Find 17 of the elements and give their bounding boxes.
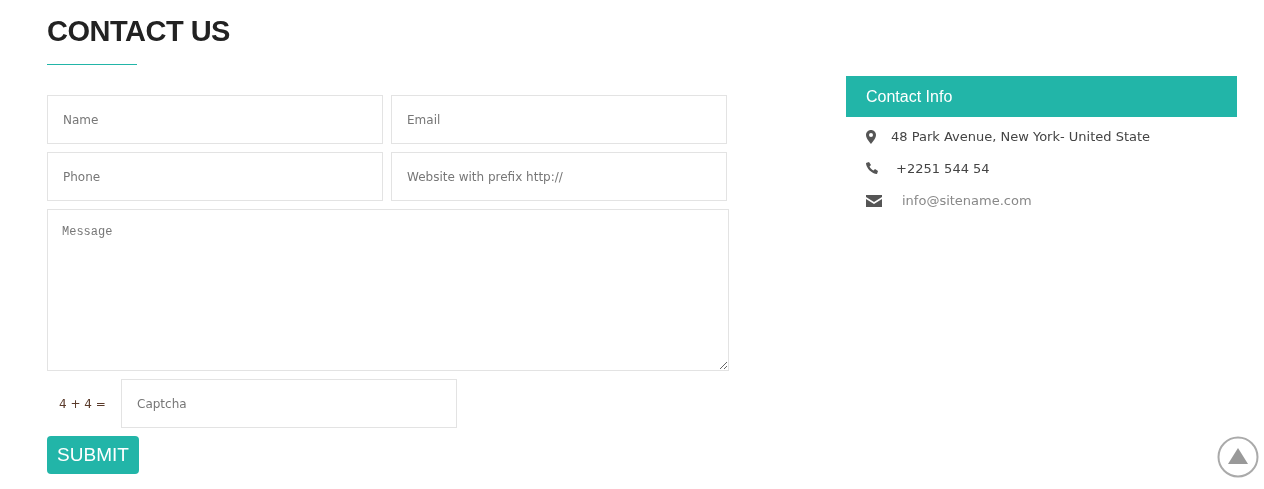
input-field[interactable]: Email	[391, 95, 727, 144]
input-field[interactable]: Phone	[47, 152, 383, 201]
email-link[interactable]: info@sitename.com	[902, 193, 1032, 208]
contact-text: +2251 544 54	[896, 161, 990, 176]
captcha-question: 4 + 4 =	[58, 396, 107, 411]
map-pin-icon	[866, 129, 876, 144]
page-heading: CONTACT US	[47, 14, 231, 48]
captcha-field[interactable]: Captcha	[121, 379, 457, 428]
input-field[interactable]: Name	[47, 95, 383, 144]
scroll-top-icon[interactable]	[1217, 436, 1259, 478]
envelope-icon	[866, 194, 882, 207]
message-field[interactable]: Message	[47, 209, 729, 371]
input-field[interactable]: Website with prefix http://	[391, 152, 727, 201]
contact-text: 48 Park Avenue, New York- United State	[891, 129, 1151, 144]
panel-header: Contact Info	[846, 76, 1237, 117]
phone-icon	[866, 162, 879, 175]
submit-button[interactable]: SUBMIT	[47, 436, 139, 474]
